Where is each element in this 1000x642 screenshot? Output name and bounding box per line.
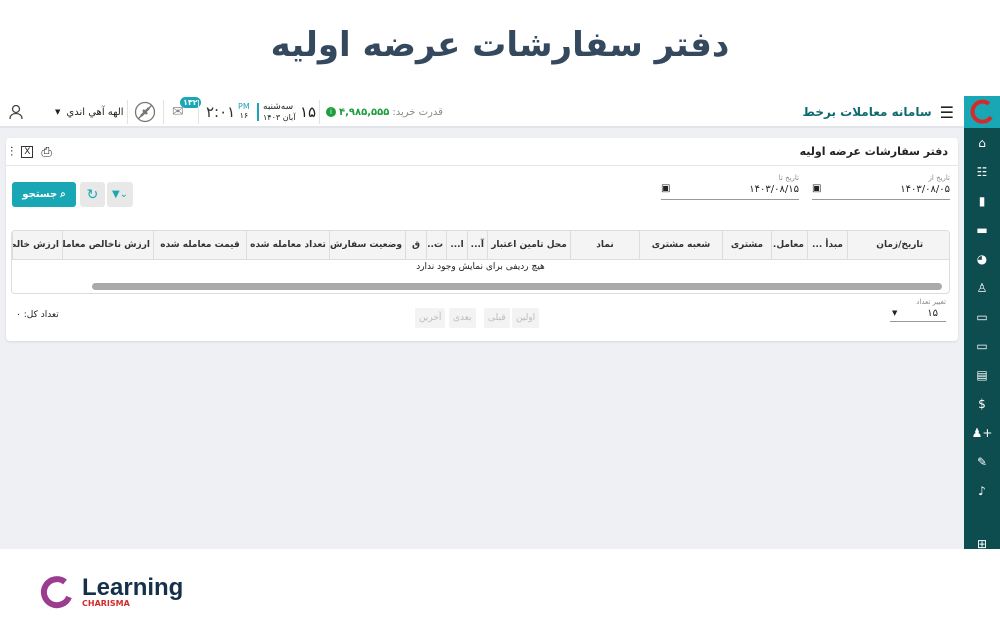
- app-title: سامانه معاملات برخط: [802, 105, 932, 119]
- column-header[interactable]: ت...: [426, 231, 447, 260]
- orders-table: تاریخ/زمانمبدأ ...معامل...مشتریشعبه مشتر…: [11, 230, 950, 294]
- bell-icon[interactable]: ♪: [964, 476, 1000, 505]
- date-from-field[interactable]: تاریخ از ۱۴۰۳/۰۸/۰۵ ▣: [812, 174, 950, 200]
- pie-chart-icon[interactable]: ◕: [964, 244, 1000, 273]
- buying-power: قدرت خرید: ۴,۹۸۵,۵۵۵ i: [326, 96, 443, 128]
- total-count: تعداد کل: ۰: [16, 310, 59, 320]
- last-page-button[interactable]: آخرین: [415, 308, 446, 328]
- column-header[interactable]: محل تامین اعتبار: [487, 231, 571, 260]
- caret-down-icon: ▼: [55, 108, 61, 116]
- column-header[interactable]: تاریخ/زمان: [847, 231, 949, 260]
- document-icon[interactable]: ▤: [964, 360, 1000, 389]
- search-button[interactable]: ⌕ جستجو: [12, 182, 76, 207]
- user-name: الهه آهي اندي: [66, 106, 124, 118]
- excel-export-icon[interactable]: X: [21, 146, 34, 158]
- orders-panel: ⫶ X ⎙ دفتر سفارشات عرضه اولیه تاریخ از ۱۴…: [6, 138, 958, 341]
- book-icon[interactable]: ▮: [964, 186, 1000, 215]
- connection-icon[interactable]: [134, 96, 156, 128]
- top-bar: الهه آهي اندي ▼ ✉ ۱۳۲ ۲:۰۱ PM ۱۶ سه‌شنبه آبا…: [0, 96, 964, 128]
- column-header[interactable]: تعداد معامله شده: [246, 231, 330, 260]
- prev-page-button[interactable]: قبلی: [484, 308, 510, 328]
- column-header[interactable]: مبدأ ...: [807, 231, 848, 260]
- page-title: دفتر سفارشات عرضه اولیه: [799, 145, 948, 158]
- column-header[interactable]: ا...: [446, 231, 468, 260]
- app-header: سامانه معاملات برخط ☰: [802, 96, 954, 128]
- date-to-field[interactable]: تاریخ تا ۱۴۰۳/۰۸/۱۵ ▣: [661, 174, 799, 200]
- sidebar: ⌂ ☷ ▮ ▬ ◕ ♙ ▭ ▭ ▤ $ ♟+ ✎ ♪ ⊞: [964, 96, 1000, 551]
- column-header[interactable]: آ...: [467, 231, 488, 260]
- column-header[interactable]: ارزش خالص: [12, 231, 63, 260]
- column-header[interactable]: مشتری: [722, 231, 772, 260]
- clock-ampm: PM ۱۶: [238, 102, 250, 120]
- brand-logo[interactable]: [964, 96, 1000, 128]
- column-header[interactable]: ارزش ناخالص معامله: [62, 231, 154, 260]
- id-card-icon[interactable]: ▭: [964, 302, 1000, 331]
- dollar-icon[interactable]: $: [964, 389, 1000, 418]
- horizontal-scrollbar[interactable]: [92, 283, 942, 290]
- date-display: سه‌شنبه آبان ۱۴۰۳: [263, 102, 296, 122]
- grid-icon[interactable]: ⊞: [964, 529, 1000, 558]
- calendar-icon[interactable]: ▣: [661, 183, 670, 194]
- column-header[interactable]: نماد: [570, 231, 640, 260]
- column-header[interactable]: شعبه مشتری: [639, 231, 723, 260]
- empty-message: هیچ ردیفی برای نمایش وجود ندارد: [416, 262, 545, 272]
- column-header[interactable]: معامل...: [771, 231, 808, 260]
- settings-sliders-icon[interactable]: ⫶: [10, 145, 13, 160]
- banner: دفتر سفارشات عرضه اولیه: [0, 0, 1000, 90]
- briefcase-icon[interactable]: ▬: [964, 215, 1000, 244]
- caret-down-icon: ▼: [892, 309, 898, 317]
- learning-charisma-logo: Learning CHARISMA: [40, 575, 183, 609]
- banner-title: دفتر سفارشات عرضه اولیه: [270, 25, 730, 65]
- filter-icon: ▼⌄: [111, 189, 129, 200]
- filter-button[interactable]: ▼⌄: [107, 182, 133, 207]
- hamburger-menu-icon[interactable]: ☰: [940, 103, 954, 122]
- user-plus-icon[interactable]: ♟+: [964, 418, 1000, 447]
- user-menu[interactable]: الهه آهي اندي ▼: [55, 96, 124, 128]
- clock-time: ۲:۰۱: [206, 103, 236, 121]
- list-icon[interactable]: ☷: [964, 157, 1000, 186]
- info-icon[interactable]: i: [326, 107, 336, 117]
- credit-card-icon[interactable]: ▭: [964, 331, 1000, 360]
- calendar-icon[interactable]: ▣: [812, 183, 821, 194]
- search-icon: ⌕: [60, 189, 66, 200]
- app-window: الهه آهي اندي ▼ ✉ ۱۳۲ ۲:۰۱ PM ۱۶ سه‌شنبه آبا…: [0, 96, 1000, 551]
- refresh-button[interactable]: ↻: [80, 182, 105, 207]
- refresh-icon: ↻: [86, 186, 99, 203]
- messages-button[interactable]: ✉ ۱۳۲: [172, 96, 201, 128]
- column-header[interactable]: قیمت معامله شده: [153, 231, 247, 260]
- print-icon[interactable]: ⎙: [41, 145, 51, 160]
- first-page-button[interactable]: اولین: [512, 308, 540, 328]
- next-page-button[interactable]: بعدی: [449, 308, 476, 328]
- home-icon[interactable]: ⌂: [964, 128, 1000, 157]
- signature-icon[interactable]: ✎: [964, 447, 1000, 476]
- reader-icon[interactable]: ♙: [964, 273, 1000, 302]
- user-icon[interactable]: [8, 96, 24, 128]
- column-header[interactable]: وضعیت سفارش: [329, 231, 406, 260]
- column-header[interactable]: ق: [405, 231, 427, 260]
- day-number: ۱۵: [300, 103, 317, 121]
- page-size-select[interactable]: تغییر تعداد ۱۵ ▼: [890, 298, 946, 322]
